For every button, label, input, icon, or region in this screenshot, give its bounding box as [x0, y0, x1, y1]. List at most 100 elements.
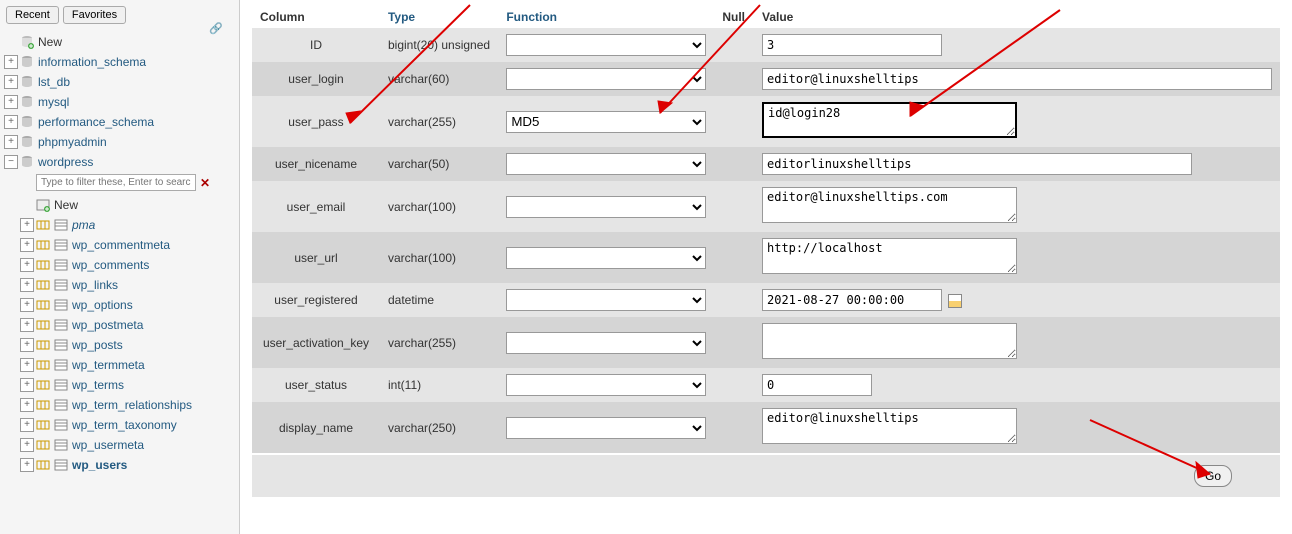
table-icon[interactable] [54, 438, 68, 452]
table-icon[interactable] [54, 258, 68, 272]
null-cell [714, 28, 754, 62]
expand-icon[interactable]: + [20, 258, 34, 272]
table-icon[interactable] [54, 338, 68, 352]
columns-icon[interactable] [36, 338, 50, 352]
function-select[interactable] [506, 196, 706, 218]
table-link[interactable]: wp_commentmeta [72, 238, 170, 252]
table-link[interactable]: wp_usermeta [72, 438, 144, 452]
columns-icon[interactable] [36, 278, 50, 292]
value-input[interactable]: editor@linuxshelltips.com [762, 187, 1017, 223]
table-icon[interactable] [54, 418, 68, 432]
function-select[interactable] [506, 247, 706, 269]
table-link[interactable]: wp_term_taxonomy [72, 418, 177, 432]
expand-icon[interactable]: + [4, 75, 18, 89]
collapse-icon[interactable]: − [4, 155, 18, 169]
columns-icon[interactable] [36, 378, 50, 392]
db-link[interactable]: phpmyadmin [38, 135, 107, 149]
table-link[interactable]: wp_postmeta [72, 318, 143, 332]
tab-recent[interactable]: Recent [6, 6, 59, 24]
columns-icon[interactable] [36, 258, 50, 272]
function-select[interactable] [506, 68, 706, 90]
table-icon[interactable] [54, 378, 68, 392]
expand-icon[interactable]: + [4, 135, 18, 149]
expand-icon[interactable]: + [20, 318, 34, 332]
filter-input[interactable] [36, 174, 196, 191]
function-select[interactable] [506, 417, 706, 439]
table-icon[interactable] [54, 318, 68, 332]
value-input[interactable]: editor@linuxshelltips [762, 408, 1017, 444]
expand-icon[interactable]: + [20, 238, 34, 252]
expand-icon[interactable]: + [4, 95, 18, 109]
expand-icon[interactable]: + [20, 358, 34, 372]
table-icon[interactable] [54, 218, 68, 232]
expand-icon[interactable]: + [20, 438, 34, 452]
table-link[interactable]: wp_posts [72, 338, 123, 352]
table-link[interactable]: wp_options [72, 298, 133, 312]
db-link[interactable]: performance_schema [38, 115, 154, 129]
go-button[interactable]: Go [1194, 465, 1232, 487]
table-icon[interactable] [54, 458, 68, 472]
expand-icon[interactable]: + [4, 115, 18, 129]
db-link[interactable]: mysql [38, 95, 69, 109]
header-function[interactable]: Function [506, 10, 557, 24]
null-cell [714, 96, 754, 147]
link-icon[interactable]: 🔗 [209, 22, 223, 35]
columns-icon[interactable] [36, 298, 50, 312]
calendar-icon[interactable] [948, 294, 962, 308]
expand-icon[interactable]: + [20, 218, 34, 232]
expand-icon[interactable]: + [20, 378, 34, 392]
value-input[interactable]: id@login28 [762, 102, 1017, 138]
function-select[interactable] [506, 332, 706, 354]
table-link[interactable]: pma [72, 218, 95, 232]
columns-icon[interactable] [36, 438, 50, 452]
columns-icon[interactable] [36, 458, 50, 472]
tab-favorites[interactable]: Favorites [63, 6, 126, 24]
function-select[interactable]: MD5 [506, 111, 706, 133]
value-input[interactable] [762, 374, 872, 396]
table-link[interactable]: wp_comments [72, 258, 149, 272]
new-db-link[interactable]: New [38, 35, 62, 49]
columns-icon[interactable] [36, 218, 50, 232]
expand-icon[interactable]: + [20, 278, 34, 292]
clear-filter-icon[interactable]: ✕ [200, 176, 210, 190]
table-icon[interactable] [54, 358, 68, 372]
table-icon[interactable] [54, 238, 68, 252]
db-link[interactable]: lst_db [38, 75, 70, 89]
db-link[interactable]: information_schema [38, 55, 146, 69]
value-input[interactable] [762, 68, 1272, 90]
expand-icon[interactable]: + [4, 55, 18, 69]
null-cell [714, 317, 754, 368]
expand-icon[interactable]: + [20, 298, 34, 312]
columns-icon[interactable] [36, 358, 50, 372]
expand-icon[interactable]: + [20, 418, 34, 432]
columns-icon[interactable] [36, 238, 50, 252]
columns-icon[interactable] [36, 398, 50, 412]
function-select[interactable] [506, 374, 706, 396]
table-icon[interactable] [54, 278, 68, 292]
columns-icon[interactable] [36, 318, 50, 332]
new-table-link[interactable]: New [54, 198, 78, 212]
value-input[interactable] [762, 289, 942, 311]
function-select[interactable] [506, 34, 706, 56]
expand-icon[interactable]: + [20, 338, 34, 352]
value-input[interactable] [762, 153, 1192, 175]
value-input[interactable]: http://localhost [762, 238, 1017, 274]
database-icon [20, 95, 34, 109]
table-link[interactable]: wp_links [72, 278, 118, 292]
table-link[interactable]: wp_term_relationships [72, 398, 192, 412]
db-wordpress[interactable]: wordpress [38, 155, 93, 169]
table-icon[interactable] [54, 298, 68, 312]
table-link[interactable]: wp_terms [72, 378, 124, 392]
table-icon[interactable] [54, 398, 68, 412]
database-icon [20, 135, 34, 149]
table-link[interactable]: wp_termmeta [72, 358, 145, 372]
table-link[interactable]: wp_users [72, 458, 127, 472]
expand-icon[interactable]: + [20, 398, 34, 412]
header-type[interactable]: Type [388, 10, 415, 24]
value-input[interactable] [762, 34, 942, 56]
function-select[interactable] [506, 289, 706, 311]
expand-icon[interactable]: + [20, 458, 34, 472]
columns-icon[interactable] [36, 418, 50, 432]
function-select[interactable] [506, 153, 706, 175]
value-input[interactable] [762, 323, 1017, 359]
